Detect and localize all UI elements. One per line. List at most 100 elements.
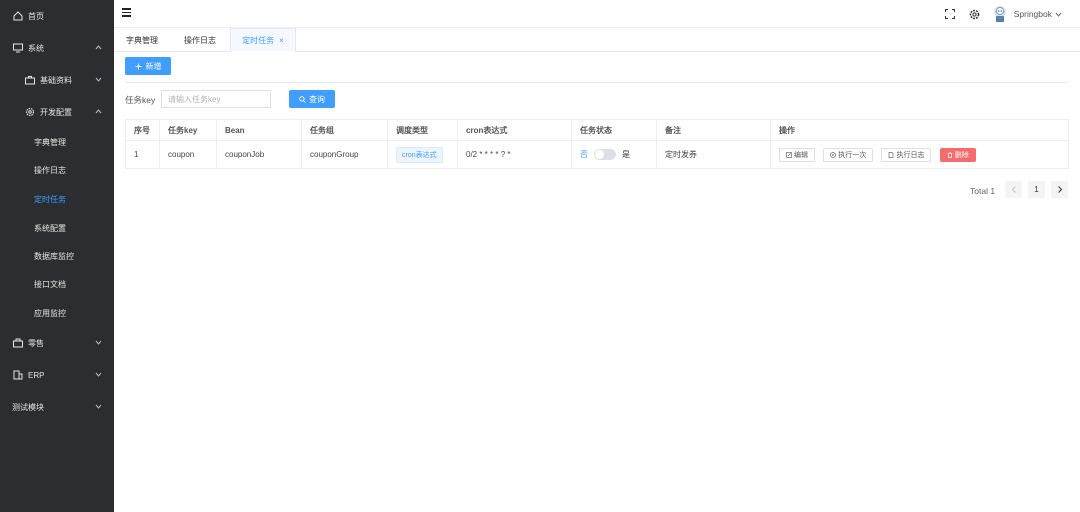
sidebar-item-erp[interactable]: ERP [0, 361, 114, 389]
sidebar-item-api-docs[interactable]: 接口文档 [0, 270, 114, 298]
chevron-left-icon [1011, 186, 1017, 193]
sidebar-item-db-monitor[interactable]: 数据库监控 [0, 242, 114, 270]
sidebar-item-label: 数据库监控 [34, 251, 74, 261]
sidebar-item-label: 零售 [28, 338, 44, 348]
page-number-button[interactable]: 1 [1028, 181, 1045, 198]
top-header: Springbok [114, 0, 1080, 28]
next-page-button[interactable] [1051, 181, 1068, 198]
chevron-up-icon [95, 43, 102, 53]
sidebar-item-dev-config[interactable]: 开发配置 [0, 98, 114, 126]
column-header: 备注 [656, 119, 771, 141]
sidebar-item-label: 操作日志 [34, 165, 66, 175]
sidebar-item-retail[interactable]: 零售 [0, 329, 114, 357]
column-header: 任务状态 [571, 119, 657, 141]
column-header: 序号 [125, 119, 160, 141]
sidebar-item-basic-data[interactable]: 基础资料 [0, 66, 114, 94]
chevron-up-icon [95, 107, 102, 117]
prev-page-button[interactable] [1005, 181, 1022, 198]
monitor-icon [12, 42, 24, 54]
edit-icon [786, 151, 792, 158]
task-key-label: 任务key [125, 95, 156, 105]
chevron-down-icon [95, 75, 102, 85]
status-on-label: 是 [622, 150, 630, 159]
search-button[interactable]: 查询 [289, 90, 335, 108]
sidebar-item-label: 接口文档 [34, 279, 66, 289]
run-once-button[interactable]: 执行一次 [823, 147, 874, 162]
column-header: cron表达式 [457, 119, 572, 141]
tab-dictionary[interactable]: 字典管理 [114, 28, 170, 52]
tab-label: 定时任务 [242, 35, 275, 45]
avatar[interactable] [992, 5, 1008, 23]
sidebar-item-label: 系统配置 [34, 223, 66, 233]
cell-cron-expression: 0/2 * * * * ? * [457, 140, 572, 169]
plus-icon [135, 63, 142, 70]
chevron-down-icon[interactable] [1055, 11, 1062, 18]
sidebar-item-label: ERP [28, 370, 45, 380]
close-icon[interactable]: × [279, 36, 284, 45]
chevron-right-icon [1057, 186, 1063, 193]
tab-label: 操作日志 [184, 35, 216, 45]
divider [125, 82, 1068, 83]
task-key-input[interactable] [161, 90, 271, 108]
execution-log-button[interactable]: 执行日志 [881, 147, 932, 162]
home-icon [12, 10, 24, 22]
cell-actions: 编辑 执行一次 执行日志 删除 [770, 140, 1069, 169]
column-header: 任务key [159, 119, 217, 141]
status-off-label: 否 [580, 150, 588, 159]
tab-scheduled-task[interactable]: 定时任务 × [230, 28, 296, 52]
suitcase-icon [24, 74, 36, 86]
cell-task-group: couponGroup [301, 140, 388, 169]
sidebar-item-system[interactable]: 系统 [0, 34, 114, 62]
column-header: 任务组 [301, 119, 388, 141]
status-toggle[interactable] [594, 149, 616, 160]
task-table: 序号 任务key Bean 任务组 调度类型 cron表达式 任务状态 备注 操… [125, 119, 1069, 169]
cell-bean: couponJob [216, 140, 302, 169]
edit-button[interactable]: 编辑 [779, 147, 815, 162]
delete-button[interactable]: 删除 [939, 147, 976, 162]
cell-remark: 定时发券 [656, 140, 771, 169]
sidebar-item-test-module[interactable]: 测试模块 [0, 393, 114, 421]
tab-label: 字典管理 [126, 35, 158, 45]
add-button[interactable]: 新增 [125, 57, 171, 75]
table-row: 1 coupon couponJob couponGroup cron表达式 0… [125, 140, 1069, 169]
chevron-down-icon [95, 338, 102, 348]
play-circle-icon [830, 151, 837, 158]
tab-bar: 字典管理 操作日志 定时任务 × [114, 28, 1080, 52]
sidebar: 首页 系统 基础资料 开发配置 字典管理 操作日志 定时任务 系统配置 数据库监… [0, 0, 114, 512]
sidebar-item-system-config[interactable]: 系统配置 [0, 214, 114, 242]
fullscreen-icon[interactable] [944, 9, 955, 19]
delete-button-label: 删除 [954, 151, 969, 159]
sidebar-item-operation-log[interactable]: 操作日志 [0, 156, 114, 184]
edit-button-label: 编辑 [794, 151, 808, 159]
run-once-button-label: 执行一次 [838, 151, 867, 159]
sidebar-item-label: 测试模块 [12, 402, 44, 412]
building-icon [12, 369, 24, 381]
table-header-row: 序号 任务key Bean 任务组 调度类型 cron表达式 任务状态 备注 操… [125, 119, 1069, 141]
cell-index: 1 [125, 140, 160, 169]
sidebar-item-label: 开发配置 [40, 107, 72, 117]
settings-gear-icon[interactable] [969, 9, 980, 20]
pagination-total: Total 1 [970, 186, 996, 196]
sidebar-item-label: 系统 [28, 43, 44, 53]
sidebar-item-app-monitor[interactable]: 应用监控 [0, 299, 114, 327]
shop-icon [12, 337, 24, 349]
sidebar-item-scheduled-task[interactable]: 定时任务 [0, 185, 114, 213]
sidebar-item-label: 应用监控 [34, 308, 66, 318]
username-label[interactable]: Springbok [1014, 9, 1052, 19]
search-icon [299, 95, 306, 103]
cell-task-status: 否 是 [571, 140, 657, 169]
cell-task-key: coupon [159, 140, 217, 169]
execution-log-button-label: 执行日志 [896, 151, 925, 159]
menu-toggle-icon[interactable] [122, 8, 131, 17]
sidebar-item-label: 字典管理 [34, 137, 66, 147]
column-header: 操作 [770, 119, 1069, 141]
sidebar-item-home[interactable]: 首页 [0, 2, 114, 30]
column-header: Bean [216, 119, 302, 141]
gear-icon [24, 106, 36, 118]
sidebar-item-label: 基础资料 [40, 75, 72, 85]
sidebar-item-label: 定时任务 [34, 194, 66, 204]
tab-operation-log[interactable]: 操作日志 [171, 28, 229, 52]
add-button-label: 新增 [145, 61, 162, 71]
sidebar-item-dictionary[interactable]: 字典管理 [0, 128, 114, 156]
document-icon [888, 151, 894, 158]
